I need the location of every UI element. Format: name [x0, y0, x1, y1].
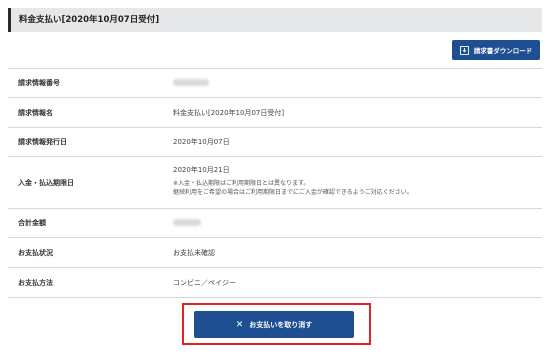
redacted-value — [173, 218, 201, 226]
cancel-payment-label: お支払いを取り消す — [249, 320, 313, 329]
invoice-download-button[interactable]: 請求書ダウンロード — [452, 40, 540, 60]
deadline-note-2: 継続利用をご希望の場合はご利用期限日までにご入金が確認できるようご対応ください。 — [173, 188, 413, 196]
close-icon: ✕ — [235, 319, 244, 330]
row-value: 2020年10月07日 — [173, 138, 230, 146]
row-label: 入金・払込期限日 — [18, 178, 74, 187]
section-title: 料金支払い[2020年10月07日受付] — [8, 8, 542, 32]
row-label: 合計金額 — [18, 219, 46, 227]
row-value — [173, 218, 542, 228]
deadline-note-1: ※入金・払込期限はご利用期限日とは異なります。 — [173, 180, 310, 188]
table-row: 請求情報発行日 2020年10月07日 — [8, 128, 542, 157]
table-row: 入金・払込期限日 2020年10月21日 ※入金・払込期限はご利用期限日とは異な… — [8, 157, 542, 209]
table-row: 請求情報番号 — [8, 69, 542, 98]
row-label: 請求情報番号 — [18, 79, 60, 87]
row-value: お支払未確認 — [173, 248, 215, 257]
row-label: 請求情報名 — [18, 108, 53, 117]
section-title-text: 料金支払い[2020年10月07日受付] — [19, 15, 160, 25]
table-row: 合計金額 — [8, 209, 542, 238]
row-value: 料金支払い[2020年10月07日受付] — [173, 108, 285, 117]
billing-info-table: 請求情報番号 請求情報名 料金支払い[2020年10月07日受付] 請求情報発行… — [8, 68, 542, 298]
row-label: 請求情報発行日 — [18, 138, 67, 146]
table-row: お支払状況 お支払未確認 — [8, 238, 542, 268]
table-row: お支払方法 コンビニ／ペイジー — [8, 268, 542, 298]
cancel-payment-button[interactable]: ✕ お支払いを取り消す — [194, 311, 354, 338]
row-value: 2020年10月21日 ※入金・払込期限はご利用期限日とは異なります。 継続利用… — [173, 167, 542, 197]
row-value: コンビニ／ペイジー — [173, 278, 236, 287]
table-row: 請求情報名 料金支払い[2020年10月07日受付] — [8, 98, 542, 128]
row-label: お支払状況 — [18, 248, 53, 257]
row-label: お支払方法 — [18, 278, 53, 287]
redacted-value — [173, 78, 209, 86]
deadline-date: 2020年10月21日 — [173, 166, 230, 175]
invoice-download-label: 請求書ダウンロード — [473, 47, 533, 55]
download-icon — [459, 45, 469, 55]
row-value — [173, 78, 542, 88]
